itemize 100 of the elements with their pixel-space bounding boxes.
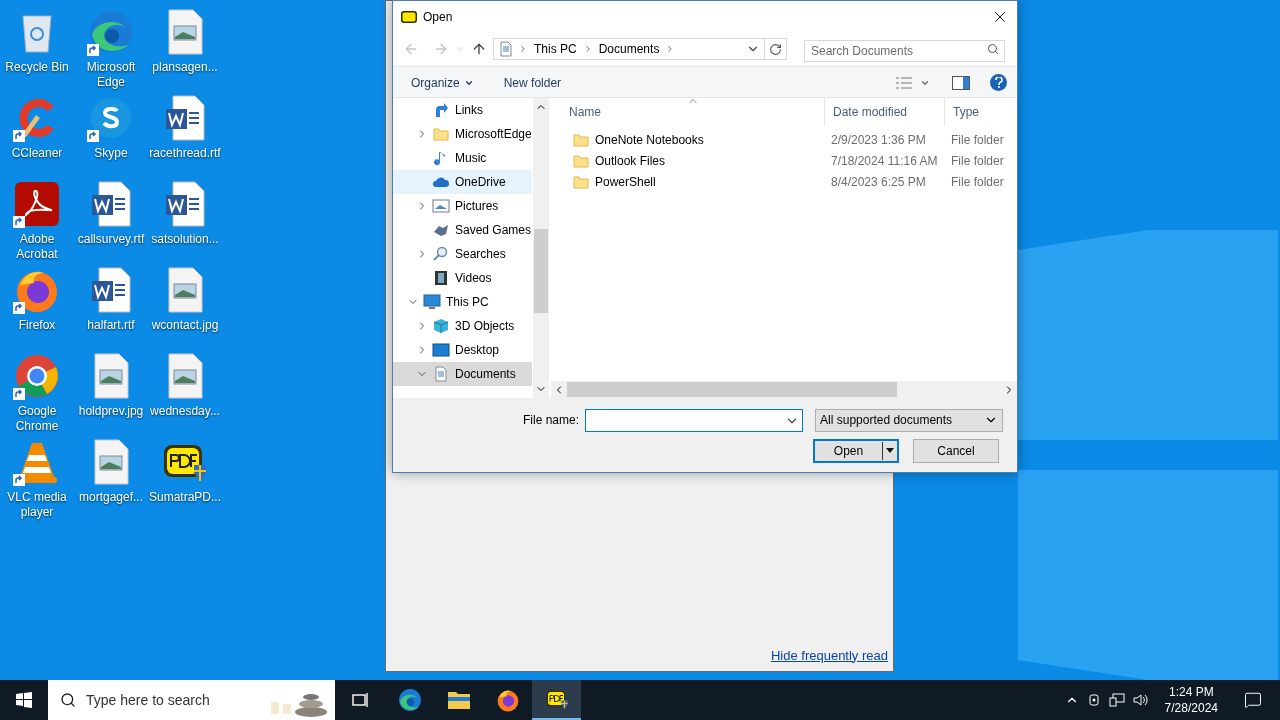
view-options-button[interactable] <box>896 76 930 89</box>
column-header[interactable]: Name <box>551 98 825 126</box>
network-icon[interactable] <box>1108 693 1125 707</box>
tree-item[interactable]: OneDrive <box>393 170 532 194</box>
caret-icon <box>455 44 465 54</box>
file-date: 8/4/2023 6:25 PM <box>830 173 927 191</box>
address-bar[interactable]: This PC Documents <box>493 38 787 60</box>
cancel-button[interactable]: Cancel <box>913 439 999 463</box>
file-name-label: File name: <box>523 412 580 429</box>
file-type: File folder <box>950 173 1005 191</box>
folder-icon <box>573 152 589 169</box>
tree-item[interactable]: Documents <box>393 362 532 386</box>
tree-item[interactable]: Videos <box>393 266 532 290</box>
hide-frequently-read-link[interactable]: Hide frequently read <box>770 645 888 665</box>
desktop-icon-label[interactable]: racethread.rtf <box>148 146 222 161</box>
search-icon <box>987 43 999 55</box>
notifications-icon[interactable] <box>1244 691 1262 709</box>
file-row[interactable]: OneNote Notebooks 2/9/2023 1:36 PM File folder <box>551 129 1017 150</box>
task-view-icon <box>351 692 370 708</box>
document-icon <box>498 41 514 57</box>
arrow-icon <box>433 102 449 118</box>
organize-menu-button[interactable]: Organize <box>403 73 482 92</box>
folder-icon <box>433 126 449 142</box>
file-date: 2/9/2023 1:36 PM <box>830 131 927 149</box>
tree-item[interactable]: Saved Games <box>393 218 532 242</box>
file-type: File folder <box>950 152 1005 170</box>
horizontal-scrollbar[interactable] <box>551 381 1017 398</box>
edge-file-icon[interactable] <box>87 8 135 56</box>
taskbar-search-field[interactable]: Type here to search <box>86 689 256 711</box>
cube-icon <box>432 318 450 334</box>
taskbar-search-box[interactable]: Type here to search <box>48 680 335 720</box>
tree-item[interactable]: This PC <box>393 290 532 314</box>
film-strip-icon <box>433 270 449 286</box>
tree-item[interactable]: 3D Objects <box>393 314 532 338</box>
file-row[interactable]: PowerShell 8/4/2023 6:25 PM File folder <box>551 171 1017 192</box>
file-name-field[interactable] <box>585 408 804 432</box>
breadcrumb-item[interactable]: This PC <box>532 40 579 58</box>
clock-time: 1:24 PM <box>1168 684 1214 700</box>
refresh-icon[interactable] <box>769 42 782 56</box>
desktop-icon-label[interactable]: holdprev.jpg <box>74 404 148 419</box>
dialog-title: Open <box>423 9 453 26</box>
tree-item[interactable]: Music <box>393 146 532 170</box>
tree-item[interactable]: Desktop <box>393 338 532 362</box>
tree-item[interactable]: Links <box>393 98 532 122</box>
device-icon[interactable] <box>1086 693 1101 707</box>
desktop-icon-label[interactable]: satsolution... <box>148 232 222 247</box>
desktop-icon-label[interactable]: Google Chrome <box>0 404 74 434</box>
desktop-icon-label[interactable]: halfart.rtf <box>74 318 148 333</box>
desktop-icon-label[interactable]: SumatraPD... <box>148 490 222 505</box>
monitor-icon <box>432 342 450 358</box>
document-icon <box>433 366 449 382</box>
file-row[interactable]: Outlook Files 7/18/2024 11:16 AM File folder <box>551 150 1017 171</box>
clock-date: 7/28/2024 <box>1164 700 1218 716</box>
help-button[interactable] <box>990 74 1007 91</box>
clock[interactable]: 1:24 PM 7/28/2024 <box>1156 684 1226 716</box>
taskbar-app-button[interactable] <box>532 680 581 720</box>
acrobat-file-icon[interactable] <box>13 180 61 228</box>
desktop-icon-label[interactable]: VLC media player <box>0 490 74 520</box>
folder-icon <box>573 173 589 190</box>
search-field[interactable]: Search Documents <box>804 40 1005 62</box>
preview-pane-button[interactable] <box>952 75 970 90</box>
desktop-icon-label[interactable]: plansagen... <box>148 60 222 75</box>
new-folder-button[interactable]: New folder <box>495 73 570 92</box>
desktop-icon-label[interactable]: Firefox <box>0 318 74 333</box>
column-header[interactable]: Type <box>945 98 1017 126</box>
scroll-thumb[interactable] <box>567 382 897 397</box>
volume-icon[interactable] <box>1132 693 1149 707</box>
column-header[interactable]: Date modified <box>825 98 945 126</box>
vertical-scrollbar[interactable] <box>533 98 549 398</box>
question-mark-icon <box>994 77 1003 88</box>
tree-item[interactable]: Pictures <box>393 194 532 218</box>
desktop-icon-label[interactable]: Microsoft Edge <box>74 60 148 90</box>
file-type-dropdown[interactable]: All supported documents <box>815 408 1004 432</box>
chrome-file-icon[interactable] <box>13 352 61 400</box>
desktop-icon-label[interactable]: wcontact.jpg <box>148 318 222 333</box>
desktop-icon-label[interactable]: CCleaner <box>0 146 74 161</box>
desktop-icon-label[interactable]: Skype <box>74 146 148 161</box>
file-name: OneNote Notebooks <box>595 131 704 149</box>
windows-logo-icon <box>16 692 32 708</box>
desktop-icon-label[interactable]: Recycle Bin <box>0 60 74 75</box>
picture-icon <box>432 198 450 214</box>
file-type: File folder <box>950 131 1005 149</box>
tree-item[interactable]: Searches <box>393 242 532 266</box>
search-icon <box>60 692 76 708</box>
desktop-icon-label[interactable]: wednesday... <box>148 404 222 419</box>
folder-icon <box>446 690 471 710</box>
desktop-icon-label[interactable]: Adobe Acrobat <box>0 232 74 262</box>
search-icon <box>433 246 449 262</box>
computer-icon <box>423 294 441 310</box>
scroll-thumb[interactable] <box>534 229 548 313</box>
firefox-icon <box>495 688 520 712</box>
game-piece-icon <box>432 222 450 238</box>
desktop-icon-label[interactable]: callsurvey.rtf <box>74 232 148 247</box>
tree-item[interactable]: MicrosoftEdge <box>393 122 532 146</box>
up-button[interactable] <box>471 41 487 57</box>
forward-arrow-icon <box>433 41 449 57</box>
back-arrow-icon <box>403 41 419 57</box>
breadcrumb-item[interactable]: Documents <box>596 40 662 58</box>
open-button[interactable]: Open <box>813 439 899 463</box>
desktop-icon-label[interactable]: mortgagef... <box>74 490 148 505</box>
